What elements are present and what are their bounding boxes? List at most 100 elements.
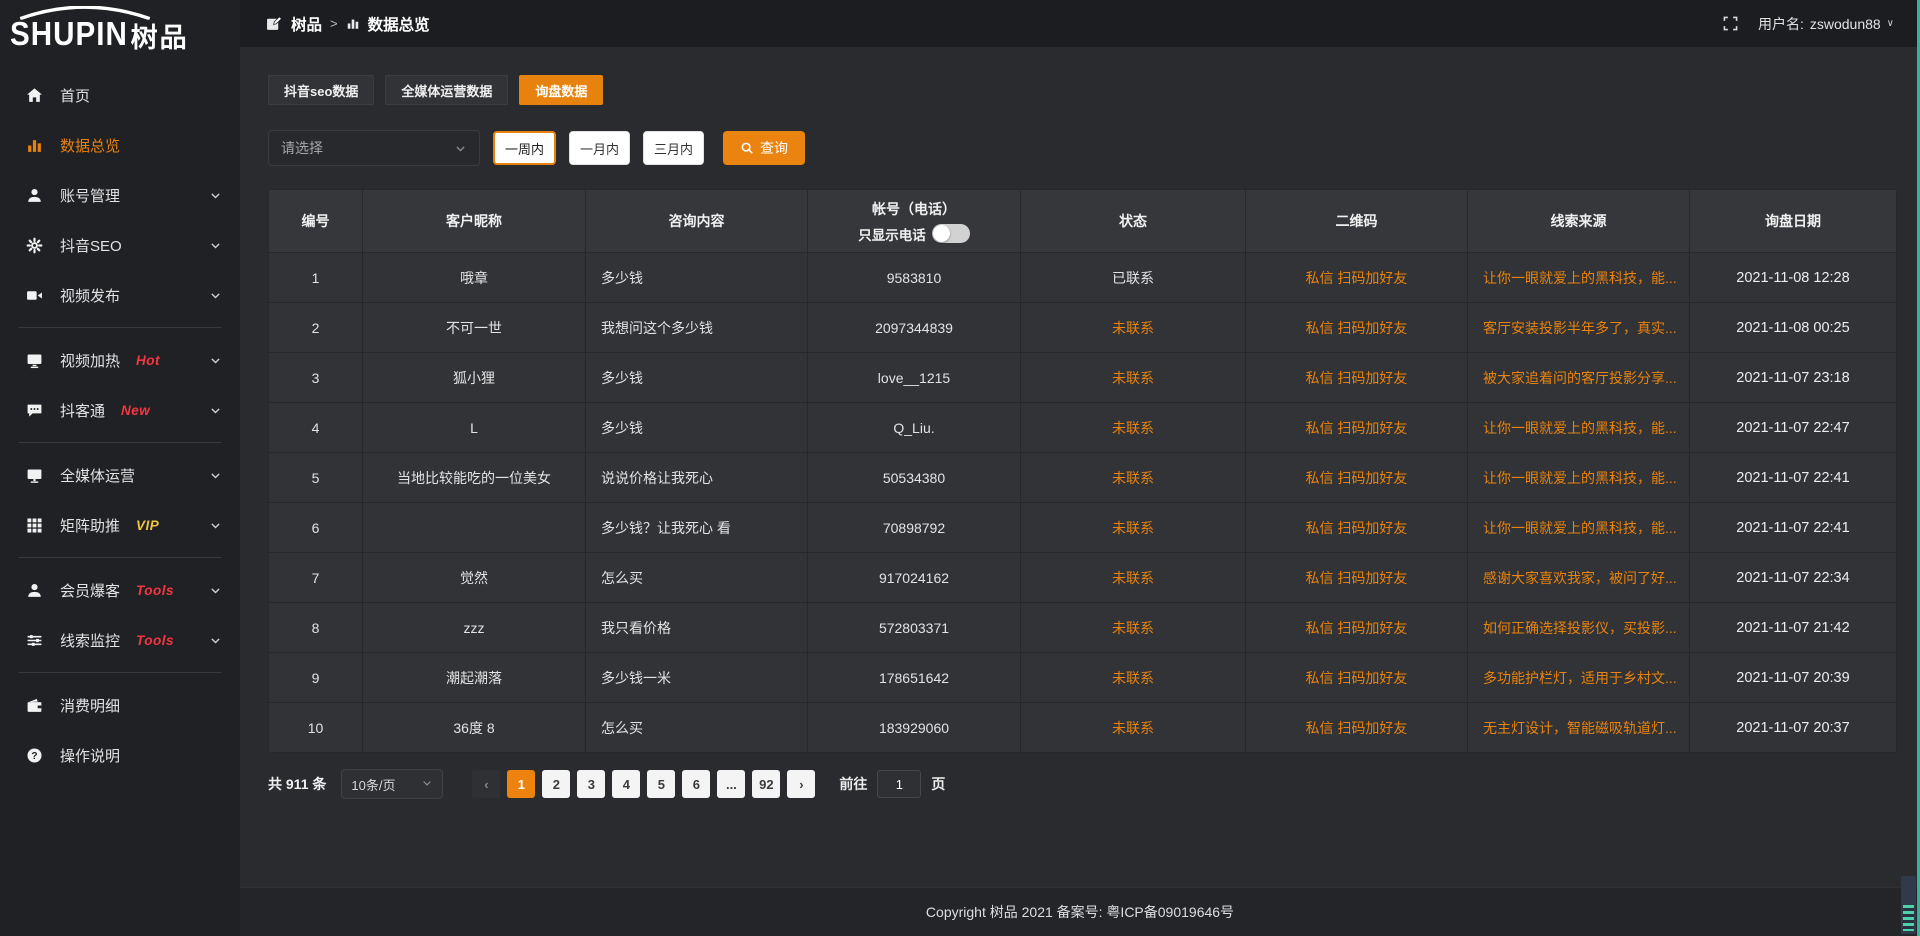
sidebar-item-label: 全媒体运营 bbox=[60, 465, 135, 486]
phone-only-toggle[interactable] bbox=[932, 224, 970, 243]
bar-chart-icon bbox=[26, 137, 43, 154]
status-cell: 未联系 bbox=[1021, 553, 1246, 602]
sidebar-item-video-heating[interactable]: 视频加热 Hot bbox=[0, 335, 240, 385]
fullscreen-icon[interactable] bbox=[1723, 16, 1738, 31]
column-header-5: 二维码 bbox=[1246, 190, 1468, 252]
range-button-0[interactable]: 一周内 bbox=[493, 131, 556, 165]
nickname-cell: 狐小狸 bbox=[363, 353, 586, 402]
qr-add-friend-link[interactable]: 私信 扫码加好友 bbox=[1306, 718, 1408, 738]
lead-source-link[interactable]: 多功能护栏灯，适用于乡村文... bbox=[1483, 668, 1677, 688]
sidebar-item-data-overview[interactable]: 数据总览 bbox=[0, 120, 240, 170]
inquiry-content-cell: 多少钱？让我死心 看 bbox=[586, 503, 808, 552]
prev-page-button[interactable]: ‹ bbox=[472, 770, 500, 798]
sidebar-item-consumption-detail[interactable]: 消费明细 bbox=[0, 680, 240, 730]
chevron-down-icon bbox=[209, 289, 222, 302]
sidebar-item-home[interactable]: 首页 bbox=[0, 70, 240, 120]
sidebar-item-clue-monitor[interactable]: 线索监控 Tools bbox=[0, 615, 240, 665]
data-tabs: 抖音seo数据全媒体运营数据询盘数据 bbox=[268, 75, 1897, 105]
goto-page-input[interactable] bbox=[877, 770, 921, 798]
column-header-2: 咨询内容 bbox=[586, 190, 808, 252]
lead-source-link[interactable]: 感谢大家喜欢我家，被问了好... bbox=[1483, 568, 1677, 588]
sidebar-item-tag: Hot bbox=[136, 353, 160, 368]
qr-add-friend-link[interactable]: 私信 扫码加好友 bbox=[1306, 568, 1408, 588]
sidebar-item-tag: VIP bbox=[136, 518, 159, 533]
page-button-4[interactable]: 4 bbox=[612, 770, 640, 798]
qr-add-friend-link[interactable]: 私信 扫码加好友 bbox=[1306, 318, 1408, 338]
lead-source-link[interactable]: 让你一眼就爱上的黑科技，能... bbox=[1483, 468, 1677, 488]
sidebar-item-douyin-seo[interactable]: 抖音SEO bbox=[0, 220, 240, 270]
page-button-5[interactable]: 5 bbox=[647, 770, 675, 798]
inquiry-date-cell: 2021-11-07 21:42 bbox=[1690, 603, 1896, 652]
tab-inquiry-data[interactable]: 询盘数据 bbox=[519, 75, 603, 105]
grid-icon bbox=[26, 517, 43, 534]
lead-source-link[interactable]: 让你一眼就爱上的黑科技，能... bbox=[1483, 518, 1677, 538]
table-row: 6多少钱？让我死心 看70898792未联系私信 扫码加好友让你一眼就爱上的黑科… bbox=[269, 502, 1896, 552]
brand-logo-cn: 树品 bbox=[131, 25, 189, 52]
sidebar-item-label: 矩阵助推 bbox=[60, 515, 120, 536]
lead-source-link[interactable]: 被大家追着问的客厅投影分享... bbox=[1483, 368, 1677, 388]
lead-source-link[interactable]: 如何正确选择投影仪，买投影... bbox=[1483, 618, 1677, 638]
query-button[interactable]: 查询 bbox=[723, 131, 805, 165]
page-button-3[interactable]: 3 bbox=[577, 770, 605, 798]
sidebar-item-account-management[interactable]: 账号管理 bbox=[0, 170, 240, 220]
side-mini-widget-stripes bbox=[1903, 905, 1914, 931]
page-button-1[interactable]: 1 bbox=[507, 770, 535, 798]
sidebar-item-omni-media[interactable]: 全媒体运营 bbox=[0, 450, 240, 500]
column-header-label: 帐号（电话） bbox=[872, 199, 956, 219]
question-icon: ? bbox=[26, 747, 43, 764]
range-button-2[interactable]: 三月内 bbox=[643, 131, 704, 165]
sidebar-item-matrix-boost[interactable]: 矩阵助推 VIP bbox=[0, 500, 240, 550]
qr-add-friend-link[interactable]: 私信 扫码加好友 bbox=[1306, 268, 1408, 288]
lead-source-cell: 客厅安装投影半年多了，真实... bbox=[1468, 303, 1690, 352]
breadcrumb-root[interactable]: 树品 bbox=[291, 13, 322, 35]
status-cell: 已联系 bbox=[1021, 253, 1246, 302]
nickname-cell: 当地比较能吃的一位美女 bbox=[363, 453, 586, 502]
page-button-6[interactable]: 6 bbox=[682, 770, 710, 798]
user-menu[interactable]: 用户名: zswodun88 ∨ bbox=[1758, 14, 1894, 34]
filter-select[interactable]: 请选择 bbox=[268, 130, 480, 166]
brand-logo-en: SHUPIN bbox=[10, 19, 128, 52]
page-button-2[interactable]: 2 bbox=[542, 770, 570, 798]
row-index-cell: 8 bbox=[269, 603, 363, 652]
goto-suffix: 页 bbox=[931, 774, 945, 794]
sidebar-item-operation-guide[interactable]: ? 操作说明 bbox=[0, 730, 240, 780]
qr-add-friend-link[interactable]: 私信 扫码加好友 bbox=[1306, 468, 1408, 488]
lead-source-link[interactable]: 让你一眼就爱上的黑科技，能... bbox=[1483, 418, 1677, 438]
range-button-1[interactable]: 一月内 bbox=[569, 131, 630, 165]
tab-douyin-seo-data[interactable]: 抖音seo数据 bbox=[268, 75, 374, 105]
breadcrumb-chart-icon bbox=[346, 17, 360, 31]
inquiry-content-cell: 多少钱 bbox=[586, 253, 808, 302]
table-row: 4L多少钱Q_Liu.未联系私信 扫码加好友让你一眼就爱上的黑科技，能...20… bbox=[269, 402, 1896, 452]
lead-source-cell: 感谢大家喜欢我家，被问了好... bbox=[1468, 553, 1690, 602]
chevron-down-icon bbox=[209, 519, 222, 532]
tab-omni-media-data[interactable]: 全媒体运营数据 bbox=[385, 75, 508, 105]
qr-add-friend-link[interactable]: 私信 扫码加好友 bbox=[1306, 518, 1408, 538]
sidebar-divider bbox=[18, 442, 222, 443]
qr-add-friend-link[interactable]: 私信 扫码加好友 bbox=[1306, 418, 1408, 438]
sidebar-item-douketong[interactable]: 抖客通 New bbox=[0, 385, 240, 435]
inquiry-table: 编号客户昵称咨询内容 帐号（电话） 只显示电话 状态二维码线索来源询盘日期 1哦… bbox=[268, 189, 1897, 753]
status-cell: 未联系 bbox=[1021, 353, 1246, 402]
qr-add-friend-link[interactable]: 私信 扫码加好友 bbox=[1306, 668, 1408, 688]
column-header-1: 客户昵称 bbox=[363, 190, 586, 252]
inquiry-date-cell: 2021-11-07 22:41 bbox=[1690, 503, 1896, 552]
sidebar-item-label: 数据总览 bbox=[60, 135, 120, 156]
lead-source-link[interactable]: 客厅安装投影半年多了，真实... bbox=[1483, 318, 1677, 338]
table-row: 7觉然怎么买917024162未联系私信 扫码加好友感谢大家喜欢我家，被问了好.… bbox=[269, 552, 1896, 602]
next-page-button[interactable]: › bbox=[787, 770, 815, 798]
qr-add-friend-link[interactable]: 私信 扫码加好友 bbox=[1306, 368, 1408, 388]
nickname-cell: 不可一世 bbox=[363, 303, 586, 352]
qr-add-friend-link[interactable]: 私信 扫码加好友 bbox=[1306, 618, 1408, 638]
table-row: 3狐小狸多少钱love__1215未联系私信 扫码加好友被大家追着问的客厅投影分… bbox=[269, 352, 1896, 402]
chevron-down-icon bbox=[209, 469, 222, 482]
page-size-select[interactable]: 10条/页 bbox=[341, 769, 443, 799]
sidebar-item-video-publish[interactable]: 视频发布 bbox=[0, 270, 240, 320]
breadcrumb-separator: > bbox=[330, 16, 338, 31]
lead-source-link[interactable]: 让你一眼就爱上的黑科技，能... bbox=[1483, 268, 1677, 288]
heat-icon bbox=[26, 352, 43, 369]
sidebar-item-member-baoke[interactable]: 会员爆客 Tools bbox=[0, 565, 240, 615]
lead-source-link[interactable]: 无主灯设计，智能磁吸轨道灯... bbox=[1483, 718, 1677, 738]
page-ellipsis-button[interactable]: ... bbox=[717, 770, 745, 798]
page-button-92[interactable]: 92 bbox=[752, 770, 780, 798]
account-cell: 50534380 bbox=[808, 453, 1021, 502]
